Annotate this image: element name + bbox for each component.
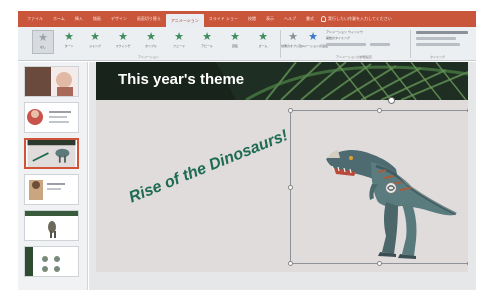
animation-zoom-button[interactable]: ★ ズーム xyxy=(252,30,274,54)
resize-handle[interactable] xyxy=(288,185,293,190)
add-star-icon: ★ xyxy=(308,30,318,43)
slide-canvas[interactable]: This year's theme Rise of the Dinosaurs! xyxy=(96,62,468,272)
group-label-animation: アニメーション xyxy=(138,55,159,59)
thumbnail-image xyxy=(27,140,76,167)
animation-swing-button[interactable]: ★ スウィング xyxy=(112,30,134,54)
animation-turn-button[interactable]: ★ ターン xyxy=(58,30,80,54)
tab-design[interactable]: デザイン xyxy=(106,11,132,27)
tell-me-text: 実行したい作業を入力してください xyxy=(328,16,392,21)
add-animation-button[interactable]: ★ アニメーションの追加 xyxy=(298,30,328,54)
star-icon: ★ xyxy=(118,30,128,43)
3d-rotate-control[interactable] xyxy=(385,182,397,194)
tab-draw[interactable]: 描画 xyxy=(88,11,106,27)
slide-title[interactable]: This year's theme xyxy=(118,71,244,88)
animation-tumble-button[interactable]: ★ タンブル xyxy=(140,30,162,54)
tab-insert[interactable]: 挿入 xyxy=(70,11,88,27)
animation-rotate-button[interactable]: ★ 回転 xyxy=(224,30,246,54)
tab-file[interactable]: ファイル xyxy=(22,11,48,27)
ribbon-tab-bar: ファイル ホーム 挿入 描画 デザイン 画面切り替え アニメーション スライド … xyxy=(18,11,476,27)
star-icon: ★ xyxy=(258,30,268,43)
group-label-timing: タイミング xyxy=(430,55,446,59)
ribbon-animations: ★ なし ★ ターン ★ ジャンプ ★ スウィング ★ タンブル ★ フェード … xyxy=(18,27,476,61)
star-icon: ★ xyxy=(202,30,212,43)
group-label-advanced: アニメーションの詳細設定 xyxy=(336,55,372,59)
resize-handle[interactable] xyxy=(377,108,382,113)
wordart-text[interactable]: Rise of the Dinosaurs! xyxy=(127,127,291,207)
resize-handle[interactable] xyxy=(467,108,468,113)
ribbon-separator xyxy=(410,30,411,58)
powerpoint-window: ファイル ホーム 挿入 描画 デザイン 画面切り替え アニメーション スライド … xyxy=(0,0,493,290)
slide-thumbnail-2[interactable] xyxy=(24,102,79,133)
star-icon: ★ xyxy=(64,30,74,43)
slide-thumbnail-4[interactable] xyxy=(24,174,79,205)
star-none-icon: ★ xyxy=(288,30,298,43)
thumbnail-image xyxy=(25,175,78,204)
animation-appear-button[interactable]: ★ アピール xyxy=(196,30,218,54)
animation-none-button[interactable]: ★ なし xyxy=(32,30,54,54)
thumbnail-image xyxy=(25,211,78,240)
lightbulb-icon xyxy=(321,16,327,22)
star-icon: ★ xyxy=(90,30,100,43)
animation-fade-button[interactable]: ★ フェード xyxy=(168,30,190,54)
slide-thumbnail-pane xyxy=(18,62,88,290)
effect-options-button[interactable]: ★ 効果のオプション xyxy=(281,30,305,54)
resize-handle[interactable] xyxy=(288,261,293,266)
tab-transitions[interactable]: 画面切り替え xyxy=(132,11,166,27)
title-banner: This year's theme xyxy=(96,62,468,100)
duration-field[interactable] xyxy=(416,37,456,40)
star-none-icon: ★ xyxy=(38,31,48,44)
slide-thumbnail-6[interactable] xyxy=(24,246,79,277)
thumbnail-image xyxy=(25,103,78,132)
slide-thumbnail-1[interactable] xyxy=(24,66,79,97)
tab-animations[interactable]: アニメーション xyxy=(165,14,204,27)
tab-slideshow[interactable]: スライド ショー xyxy=(204,11,243,27)
slide-thumbnail-5[interactable] xyxy=(24,210,79,241)
rotation-handle[interactable] xyxy=(388,97,395,104)
tab-help[interactable]: ヘルプ xyxy=(279,11,301,27)
slide-thumbnail-3[interactable] xyxy=(24,138,79,169)
resize-handle[interactable] xyxy=(467,261,468,266)
animation-pane-button[interactable]: アニメーション ウィンドウ xyxy=(326,30,363,34)
thumbnail-image xyxy=(25,247,78,276)
animation-jump-button[interactable]: ★ ジャンプ xyxy=(84,30,106,54)
tab-home[interactable]: ホーム xyxy=(48,11,70,27)
delay-field[interactable] xyxy=(416,43,460,46)
ribbon-option-line xyxy=(370,43,390,46)
start-dropdown[interactable] xyxy=(416,31,468,34)
trigger-button[interactable]: 開始のタイミング xyxy=(326,36,350,40)
tab-review[interactable]: 校閲 xyxy=(243,11,261,27)
star-icon: ★ xyxy=(230,30,240,43)
star-icon: ★ xyxy=(174,30,184,43)
animation-painter-button[interactable] xyxy=(326,43,366,46)
3d-rotate-icon xyxy=(387,185,395,191)
star-icon: ★ xyxy=(146,30,156,43)
tab-format[interactable]: 書式 xyxy=(301,11,319,27)
resize-handle[interactable] xyxy=(288,108,293,113)
tab-view[interactable]: 表示 xyxy=(261,11,279,27)
tell-me-box[interactable]: 実行したい作業を入力してください xyxy=(321,11,392,27)
thumbnail-image xyxy=(25,67,78,96)
